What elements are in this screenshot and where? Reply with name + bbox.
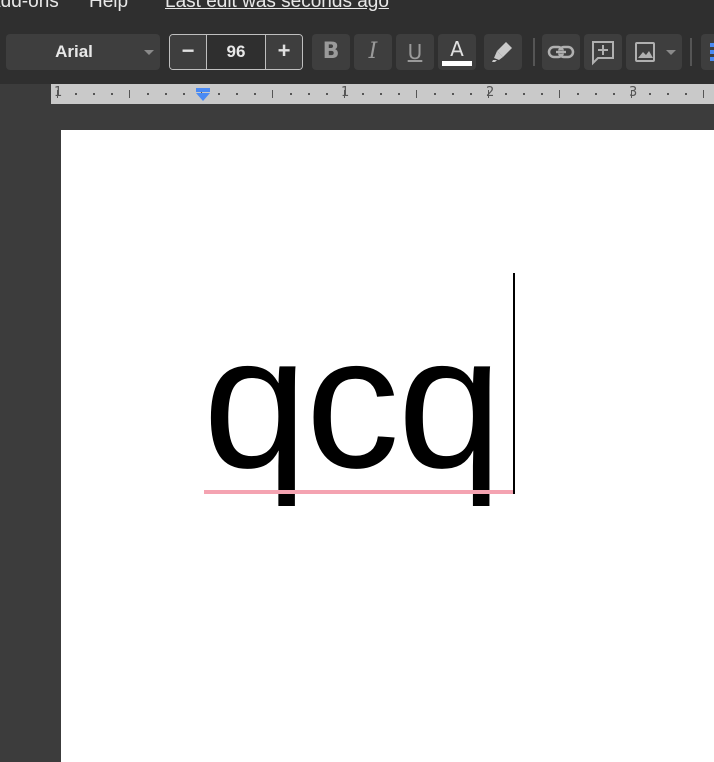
ruler-tick — [344, 90, 345, 98]
text-cursor — [513, 273, 515, 494]
document-page[interactable]: qcq — [61, 130, 714, 762]
horizontal-ruler[interactable]: 1 1 2 3 — [51, 84, 714, 104]
italic-button[interactable]: I — [354, 34, 392, 70]
ruler-tick — [684, 93, 687, 95]
menu-bar: Add-ons Help Last edit was seconds ago — [0, 0, 714, 22]
font-size-group: − 96 + — [169, 34, 303, 70]
text-color-icon: A — [450, 37, 464, 61]
font-size-input[interactable]: 96 — [207, 35, 265, 69]
toolbar-separator — [533, 38, 535, 66]
ruler-tick — [218, 93, 221, 95]
ruler-tick — [146, 93, 149, 95]
ruler-tick — [182, 93, 185, 95]
image-icon — [635, 42, 655, 62]
ruler-tick — [254, 93, 257, 95]
toolbar-separator — [690, 38, 692, 66]
ruler-tick — [308, 93, 311, 95]
ruler-tick — [559, 90, 561, 98]
text-color-swatch — [442, 61, 472, 66]
ruler-tick — [290, 93, 293, 95]
menu-help[interactable]: Help — [89, 0, 128, 13]
ruler-tick — [164, 93, 167, 95]
toolbar: Arial − 96 + B I U A — [0, 22, 714, 84]
ruler-tick — [541, 93, 544, 95]
ruler-tick — [236, 93, 239, 95]
ruler-tick — [702, 90, 704, 98]
bulleted-list-button[interactable] — [701, 34, 714, 70]
ruler-tick — [451, 93, 454, 95]
font-family-select[interactable]: Arial — [6, 34, 160, 70]
ruler-tick — [379, 93, 382, 95]
increase-font-size-button[interactable]: + — [265, 35, 302, 69]
ruler-area: 1 1 2 3 — [0, 84, 714, 106]
ruler-tick — [577, 93, 580, 95]
ruler-tick — [648, 93, 651, 95]
decrease-font-size-button[interactable]: − — [170, 35, 207, 69]
ruler-tick — [74, 93, 77, 95]
document-text[interactable]: qcq — [203, 308, 502, 496]
bold-button[interactable]: B — [312, 34, 350, 70]
chevron-down-icon — [144, 50, 154, 55]
insert-link-button[interactable] — [542, 34, 580, 70]
ruler-tick — [487, 90, 489, 98]
ruler-tick — [92, 93, 95, 95]
ruler-tick — [361, 93, 364, 95]
ruler-tick — [505, 93, 508, 95]
ruler-label: 1 — [341, 85, 350, 100]
font-family-value: Arial — [55, 42, 93, 61]
ruler-tick — [110, 93, 113, 95]
ruler-tick — [433, 93, 436, 95]
highlighter-icon — [492, 42, 512, 62]
ruler-tick — [666, 93, 669, 95]
last-edit-link[interactable]: Last edit was seconds ago — [165, 0, 389, 13]
ruler-tick — [415, 90, 417, 98]
italic-icon: I — [368, 39, 378, 64]
ruler-tick — [272, 90, 274, 98]
spellcheck-underline[interactable] — [204, 490, 515, 494]
add-comment-button[interactable] — [584, 34, 622, 70]
chevron-down-icon — [666, 50, 676, 55]
add-comment-icon — [592, 41, 614, 66]
menu-add-ons[interactable]: Add-ons — [0, 0, 59, 13]
text-color-button[interactable]: A — [438, 34, 476, 70]
underline-icon: U — [407, 40, 423, 64]
indent-marker-icon[interactable] — [195, 88, 211, 102]
ruler-tick — [469, 93, 472, 95]
insert-image-button[interactable] — [626, 34, 682, 70]
ruler-tick — [326, 93, 329, 95]
ruler-tick — [595, 93, 598, 95]
underline-button[interactable]: U — [396, 34, 434, 70]
link-icon — [547, 45, 575, 59]
ruler-tick — [128, 90, 130, 98]
ruler-label: 1 — [54, 85, 63, 100]
ruler-tick — [631, 90, 632, 98]
ruler-tick — [613, 93, 616, 95]
ruler-tick — [57, 90, 58, 98]
ruler-tick — [397, 93, 400, 95]
bold-icon: B — [322, 39, 340, 64]
ruler-tick — [523, 93, 526, 95]
highlight-color-button[interactable] — [484, 34, 522, 70]
